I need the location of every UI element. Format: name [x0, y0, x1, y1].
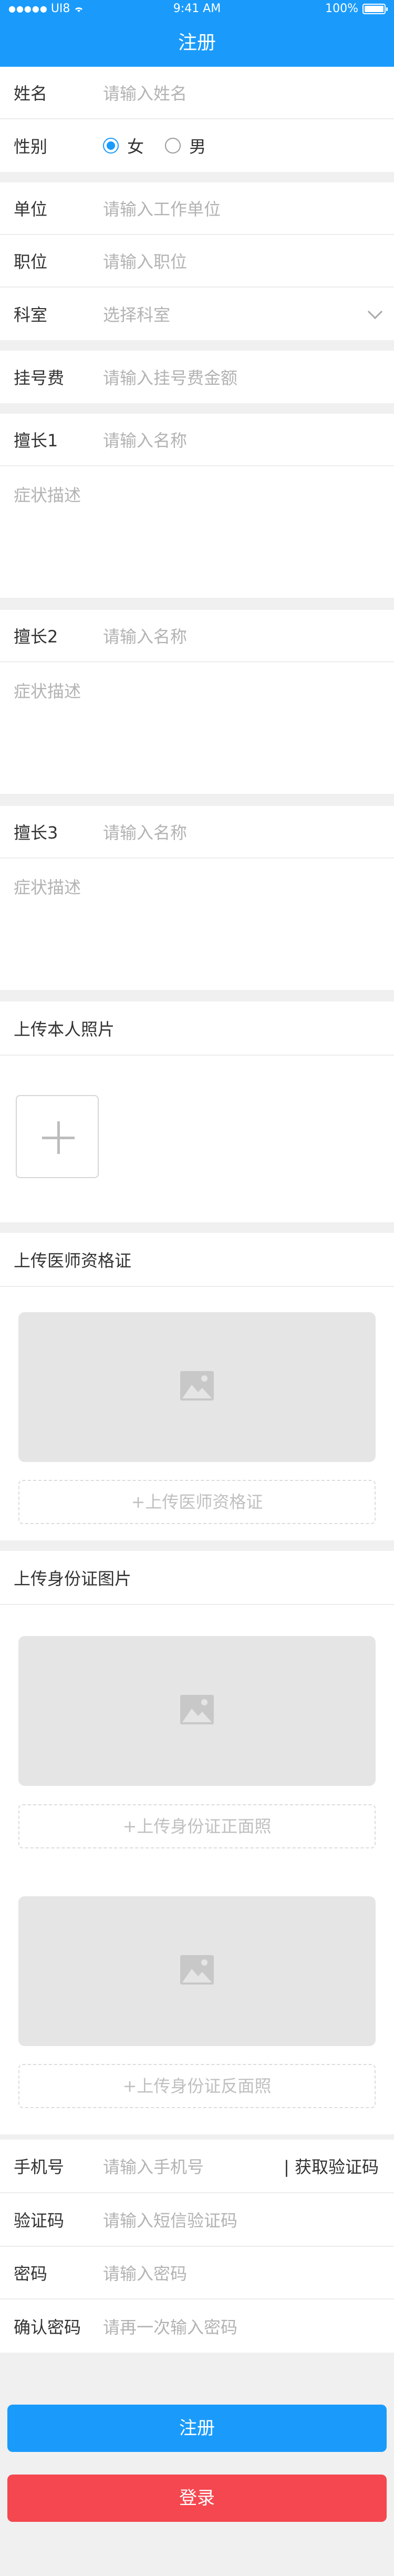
specialty-3-desc-textarea[interactable]: 症状描述 — [0, 858, 394, 990]
work-info-section: 单位 请输入工作单位 职位 请输入职位 科室 选择科室 — [0, 182, 394, 340]
gender-label: 性别 — [14, 137, 48, 157]
photo-upload-header: 上传本人照片 — [0, 1001, 394, 1056]
code-row[interactable]: 验证码 请输入短信验证码 — [0, 2193, 394, 2247]
account-section: 手机号 请输入手机号 | 获取验证码 验证码 请输入短信验证码 密码 请输入密码… — [0, 2140, 394, 2353]
gender-female-label: 女 — [127, 137, 144, 157]
specialty-3-section: 擅长3 请输入名称 症状描述 — [0, 806, 394, 990]
license-upload-header: 上传医师资格证 — [0, 1233, 394, 1287]
upload-id-back-button[interactable]: +上传身份证反面照 — [18, 2064, 376, 2108]
app-header: ●●●●● UI8 9:41 AM 100% 注册 — [0, 0, 394, 67]
password-input[interactable]: 请输入密码 — [103, 2261, 187, 2285]
phone-row[interactable]: 手机号 请输入手机号 | 获取验证码 — [0, 2140, 394, 2193]
license-image-placeholder — [18, 1312, 376, 1462]
license-upload-title: 上传医师资格证 — [14, 1250, 132, 1271]
fee-label: 挂号费 — [14, 368, 65, 388]
dept-row[interactable]: 科室 选择科室 — [0, 288, 394, 340]
position-label: 职位 — [14, 252, 48, 272]
fee-row[interactable]: 挂号费 请输入挂号费金额 — [0, 351, 394, 403]
confirm-password-label: 确认密码 — [14, 2317, 81, 2337]
password-label: 密码 — [14, 2264, 48, 2284]
id-upload-header: 上传身份证图片 — [0, 1551, 394, 1605]
name-input[interactable]: 请输入姓名 — [103, 80, 187, 105]
fee-input[interactable]: 请输入挂号费金额 — [103, 365, 237, 389]
specialty-1-name-row[interactable]: 擅长1 请输入名称 — [0, 414, 394, 466]
radio-checked-icon — [103, 138, 119, 154]
confirm-password-row[interactable]: 确认密码 请再一次输入密码 — [0, 2299, 394, 2353]
id-upload-title: 上传身份证图片 — [14, 1568, 132, 1589]
get-code-button[interactable]: | 获取验证码 — [284, 2154, 379, 2178]
basic-info-section: 姓名 请输入姓名 性别 女 男 — [0, 67, 394, 172]
page-title: 注册 — [178, 32, 216, 54]
image-icon — [180, 1955, 214, 1985]
specialty-1-desc-textarea[interactable]: 症状描述 — [0, 466, 394, 598]
password-row[interactable]: 密码 请输入密码 — [0, 2247, 394, 2299]
code-label: 验证码 — [14, 2211, 65, 2231]
chevron-down-icon[interactable] — [367, 304, 383, 320]
image-icon — [180, 1695, 214, 1724]
name-label: 姓名 — [14, 84, 48, 104]
status-bar: ●●●●● UI8 9:41 AM 100% — [0, 0, 394, 19]
specialty-3-name-row[interactable]: 擅长3 请输入名称 — [0, 806, 394, 858]
phone-input[interactable]: 请输入手机号 — [103, 2154, 204, 2178]
unit-input[interactable]: 请输入工作单位 — [103, 196, 221, 220]
position-input[interactable]: 请输入职位 — [103, 249, 187, 273]
name-row[interactable]: 姓名 请输入姓名 — [0, 67, 394, 119]
dept-label: 科室 — [14, 305, 48, 325]
add-photo-button[interactable] — [16, 1095, 99, 1178]
login-button[interactable]: 登录 — [7, 2475, 387, 2522]
code-input[interactable]: 请输入短信验证码 — [103, 2207, 237, 2232]
unit-row[interactable]: 单位 请输入工作单位 — [0, 182, 394, 235]
specialty-1-label: 擅长1 — [14, 431, 58, 451]
gender-radio-female[interactable]: 女 — [103, 134, 144, 158]
dept-select[interactable]: 选择科室 — [103, 302, 170, 326]
gender-radio-male[interactable]: 男 — [165, 134, 206, 158]
unit-label: 单位 — [14, 199, 48, 219]
position-row[interactable]: 职位 请输入职位 — [0, 235, 394, 288]
gender-male-label: 男 — [189, 137, 206, 157]
id-front-image-placeholder — [18, 1636, 376, 1786]
battery-icon — [362, 3, 388, 14]
upload-id-front-button[interactable]: +上传身份证正面照 — [18, 1804, 376, 1848]
specialty-3-desc-placeholder: 症状描述 — [14, 877, 81, 897]
phone-label: 手机号 — [14, 2157, 65, 2177]
specialty-2-desc-placeholder: 症状描述 — [14, 681, 81, 701]
specialty-2-section: 擅长2 请输入名称 症状描述 — [0, 610, 394, 794]
specialty-1-name-input[interactable]: 请输入名称 — [103, 427, 187, 452]
specialty-2-name-row[interactable]: 擅长2 请输入名称 — [0, 610, 394, 662]
fee-section: 挂号费 请输入挂号费金额 — [0, 351, 394, 403]
photo-upload-title: 上传本人照片 — [14, 1019, 115, 1039]
specialty-1-section: 擅长1 请输入名称 症状描述 — [0, 414, 394, 598]
gender-row: 性别 女 男 — [0, 119, 394, 172]
battery-percent: 100% — [325, 2, 358, 15]
upload-license-button[interactable]: +上传医师资格证 — [18, 1480, 376, 1524]
specialty-2-label: 擅长2 — [14, 627, 58, 647]
register-button[interactable]: 注册 — [7, 2405, 387, 2452]
image-icon — [180, 1371, 214, 1401]
specialty-1-desc-placeholder: 症状描述 — [14, 485, 81, 505]
radio-unchecked-icon — [165, 138, 181, 154]
specialty-2-desc-textarea[interactable]: 症状描述 — [0, 662, 394, 794]
specialty-2-name-input[interactable]: 请输入名称 — [103, 623, 187, 648]
specialty-3-name-input[interactable]: 请输入名称 — [103, 820, 187, 844]
id-back-image-placeholder — [18, 1896, 376, 2046]
confirm-password-input[interactable]: 请再一次输入密码 — [103, 2314, 237, 2338]
battery-status: 100% — [325, 2, 388, 15]
specialty-3-label: 擅长3 — [14, 823, 58, 843]
